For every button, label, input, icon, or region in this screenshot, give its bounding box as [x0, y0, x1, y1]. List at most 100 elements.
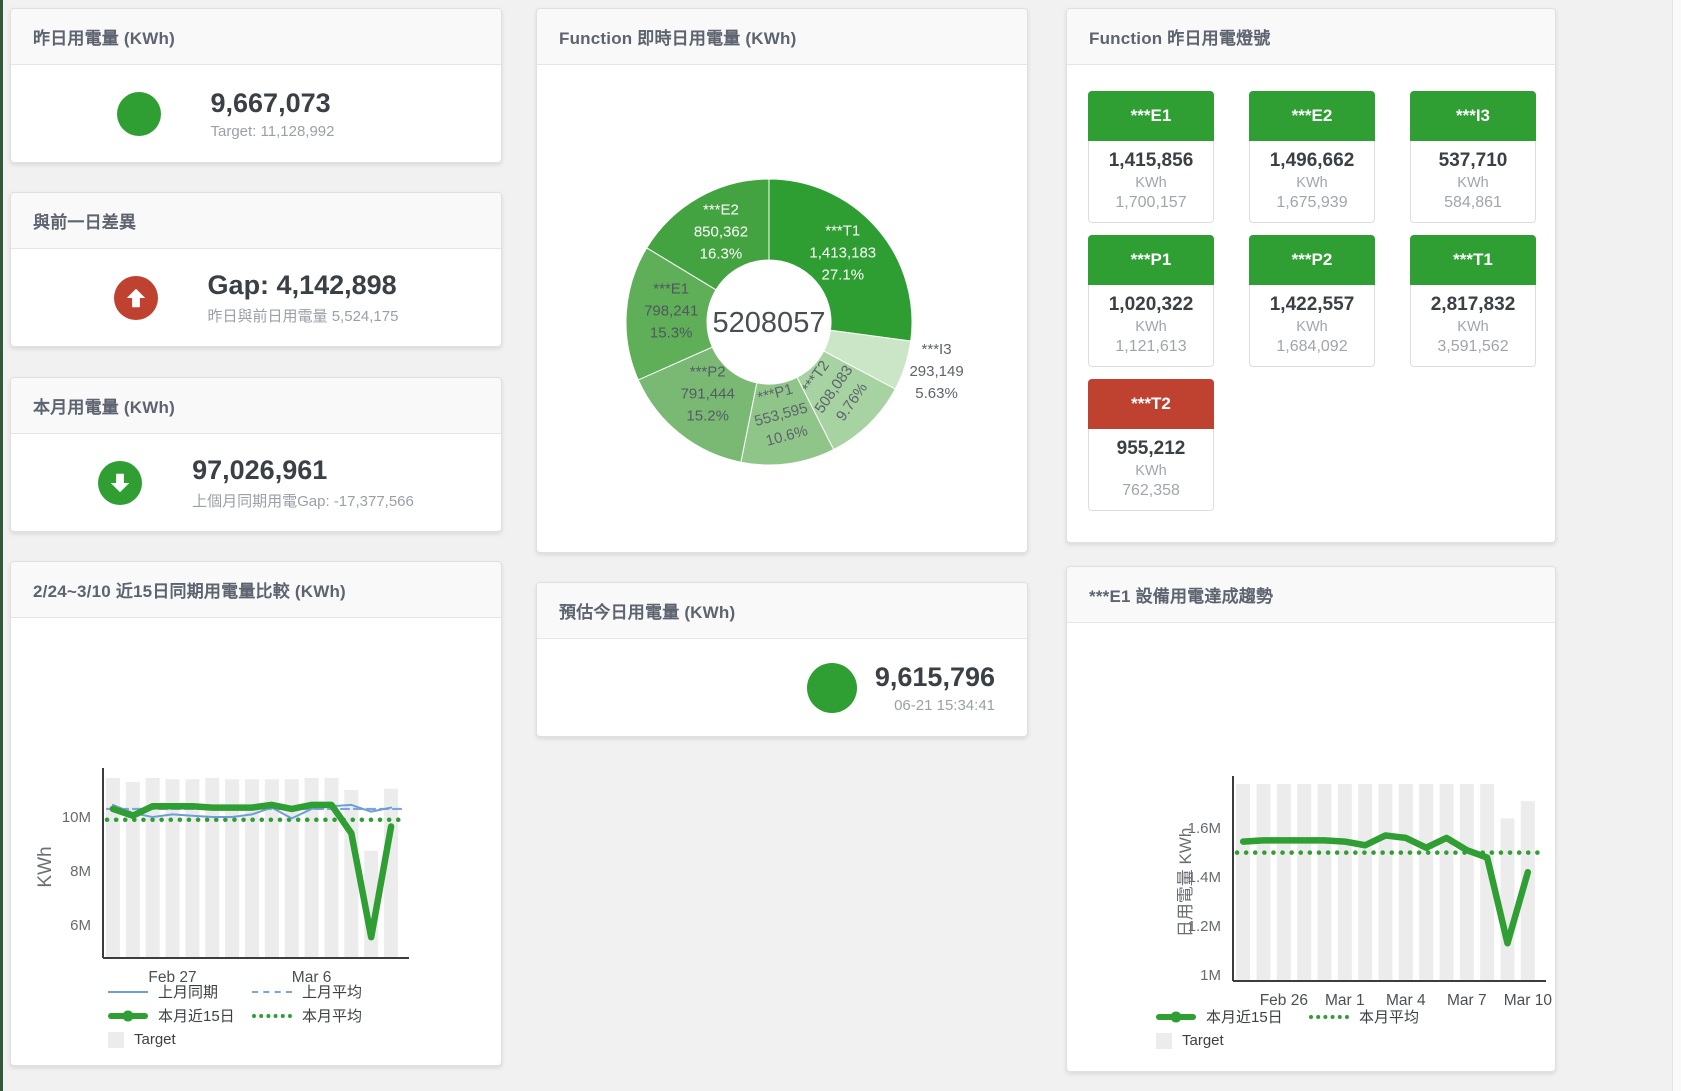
tile-prev: 1,121,613	[1093, 338, 1209, 356]
arrow-up-icon	[114, 276, 158, 320]
tile-value: 537,710	[1415, 150, 1531, 172]
legend-label: 本月近15日	[1206, 1006, 1283, 1027]
panel-header[interactable]: 2/24~3/10 近15日同期用電量比較 (KWh)	[11, 562, 501, 618]
legend-item[interactable]: 本月近15日	[1156, 1007, 1293, 1026]
panel-e1-trend-chart: ***E1 設備用電達成趨勢 1M1.2M1.4M1.6MFeb 26Mar 1…	[1066, 566, 1556, 1072]
stat-month: 97,026,961 上個月同期用電Gap: -17,377,566	[11, 434, 501, 531]
status-circle-icon	[117, 92, 161, 136]
e1-trend-chart-svg: 1M1.2M1.4M1.6MFeb 26Mar 1Mar 4Mar 7Mar 1…	[1067, 623, 1557, 1073]
legend-swatch-bar	[1156, 1033, 1172, 1049]
tile-prev: 3,591,562	[1415, 338, 1531, 356]
dashboard-page: 昨日用電量 (KWh) 9,667,073 Target: 11,128,992…	[0, 0, 1681, 1091]
panel-month-usage: 本月用電量 (KWh) 97,026,961 上個月同期用電Gap: -17,3…	[10, 377, 502, 532]
panel-title: 昨日用電量 (KWh)	[33, 24, 175, 49]
legend-label: 本月近15日	[158, 1005, 235, 1026]
stat-value: 9,615,796	[875, 661, 995, 693]
tile-value: 1,496,662	[1254, 150, 1370, 172]
tile-value: 955,212	[1093, 438, 1209, 460]
arrow-up-icon	[123, 285, 149, 311]
legend-item[interactable]: 上月平均	[252, 982, 362, 1001]
tile-status-header: ***E2	[1249, 91, 1375, 141]
legend-swatch-bar	[108, 1032, 124, 1048]
arrow-down-icon	[98, 461, 142, 505]
legend-swatch-line	[108, 1013, 148, 1019]
donut-center-total: 5208057	[713, 307, 826, 339]
legend-label: 上月平均	[302, 981, 362, 1002]
scrollbar[interactable]	[1672, 0, 1681, 1091]
panel-header[interactable]: Function 昨日用電燈號	[1067, 9, 1555, 65]
panel-header[interactable]: 昨日用電量 (KWh)	[11, 9, 501, 65]
legend-label: 本月平均	[302, 1005, 362, 1026]
tile-body: 1,422,557KWh1,684,092	[1249, 285, 1375, 367]
stat-subtext: 06-21 15:34:41	[875, 697, 995, 714]
legend-label: 本月平均	[1359, 1006, 1419, 1027]
x-tick-label: Mar 7	[1447, 992, 1487, 1009]
tile-prev: 1,675,939	[1254, 194, 1370, 212]
donut-slice-label: ***I3293,1495.63%	[909, 341, 963, 402]
tile-body: 1,020,322 KWh 1,121,613	[1088, 285, 1214, 367]
tile-prev: 762,358	[1093, 482, 1209, 500]
panel-header[interactable]: 與前一日差異	[11, 193, 501, 249]
y-axis-label: KWh	[35, 846, 56, 887]
tile-unit: KWh	[1415, 175, 1531, 191]
panel-title: Function 即時日用電量 (KWh)	[559, 24, 796, 49]
panel-header[interactable]: 預估今日用電量 (KWh)	[537, 583, 1027, 639]
e1-trend-legend: 本月近15日 本月平均 Target	[1156, 1007, 1419, 1050]
light-tile-P1: ***P1 1,020,322 KWh 1,121,613	[1088, 235, 1214, 367]
y-tick-label: 1M	[1200, 967, 1221, 984]
tile-status-header: ***P2	[1249, 235, 1375, 285]
legend-label: Target	[134, 1031, 176, 1048]
legend-item[interactable]: Target	[108, 1030, 236, 1049]
panel-estimate-today: 預估今日用電量 (KWh) 9,615,796 06-21 15:34:41	[536, 582, 1028, 737]
tile-unit: KWh	[1093, 319, 1209, 335]
legend-swatch-line	[108, 991, 148, 993]
stat-estimate: 9,615,796 06-21 15:34:41	[537, 639, 1027, 736]
legend-item[interactable]: 本月平均	[252, 1006, 362, 1025]
compare15-legend: 上月同期 上月平均本月近15日 本月平均 Target	[108, 982, 362, 1049]
stat-subtext: 昨日與前日用電量 5,524,175	[208, 305, 399, 326]
left-edge-strip	[0, 0, 3, 1091]
panel-realtime-donut: Function 即時日用電量 (KWh) ***T11,413,18327.1…	[536, 8, 1028, 553]
y-tick-label: 10M	[62, 809, 91, 826]
legend-swatch-dotted	[1309, 1015, 1349, 1019]
tile-status-header: ***T1	[1410, 235, 1536, 285]
panel-lights: Function 昨日用電燈號 ***E1 1,415,856 KWh 1,700,1…	[1066, 8, 1556, 543]
stat-value: 97,026,961	[192, 454, 414, 486]
tile-unit: KWh	[1415, 319, 1531, 335]
tile-prev: 1,700,157	[1093, 194, 1209, 212]
tile-status-header: ***E1	[1088, 91, 1214, 141]
panel-compare15-chart: 2/24~3/10 近15日同期用電量比較 (KWh) 6M8M10MFeb 2…	[10, 561, 502, 1066]
light-tile-E2: ***E2 1,496,662 KWh 1,675,939	[1249, 91, 1375, 223]
light-tile-P2: ***P21,422,557KWh1,684,092	[1249, 235, 1375, 367]
tile-prev: 584,861	[1415, 194, 1531, 212]
legend-item[interactable]: 本月平均	[1309, 1007, 1419, 1026]
light-tile-T2: ***T2955,212KWh762,358	[1088, 379, 1214, 511]
tile-unit: KWh	[1254, 319, 1370, 335]
tile-body: 1,496,662 KWh 1,675,939	[1249, 141, 1375, 223]
stat-value: Gap: 4,142,898	[208, 269, 399, 301]
panel-title: Function 昨日用電燈號	[1089, 24, 1270, 49]
legend-item[interactable]: 本月近15日	[108, 1006, 236, 1025]
tile-status-header: ***P1	[1088, 235, 1214, 285]
panel-header[interactable]: ***E1 設備用電達成趨勢	[1067, 567, 1555, 623]
y-axis-label: 日用電量 KWh	[1176, 828, 1195, 938]
status-circle-icon	[807, 663, 857, 713]
stat-gap: Gap: 4,142,898 昨日與前日用電量 5,524,175	[11, 249, 501, 346]
tile-value: 1,415,856	[1093, 150, 1209, 172]
light-tile-I3: ***I3 537,710 KWh 584,861	[1410, 91, 1536, 223]
tile-unit: KWh	[1254, 175, 1370, 191]
tile-value: 1,020,322	[1093, 294, 1209, 316]
stat-value: 9,667,073	[211, 87, 396, 119]
legend-label: Target	[1182, 1032, 1224, 1049]
panel-yesterday-usage: 昨日用電量 (KWh) 9,667,073 Target: 11,128,992	[10, 8, 502, 163]
legend-item[interactable]: Target	[1156, 1031, 1293, 1050]
panel-title: ***E1 設備用電達成趨勢	[1089, 582, 1273, 607]
tile-unit: KWh	[1093, 175, 1209, 191]
stat-subtext: Target: 11,128,992	[211, 123, 396, 140]
panel-header[interactable]: Function 即時日用電量 (KWh)	[537, 9, 1027, 65]
legend-swatch-dotted	[252, 1014, 292, 1018]
tile-status-header: ***T2	[1088, 379, 1214, 429]
tile-status-header: ***I3	[1410, 91, 1536, 141]
legend-item[interactable]: 上月同期	[108, 982, 236, 1001]
panel-header[interactable]: 本月用電量 (KWh)	[11, 378, 501, 434]
